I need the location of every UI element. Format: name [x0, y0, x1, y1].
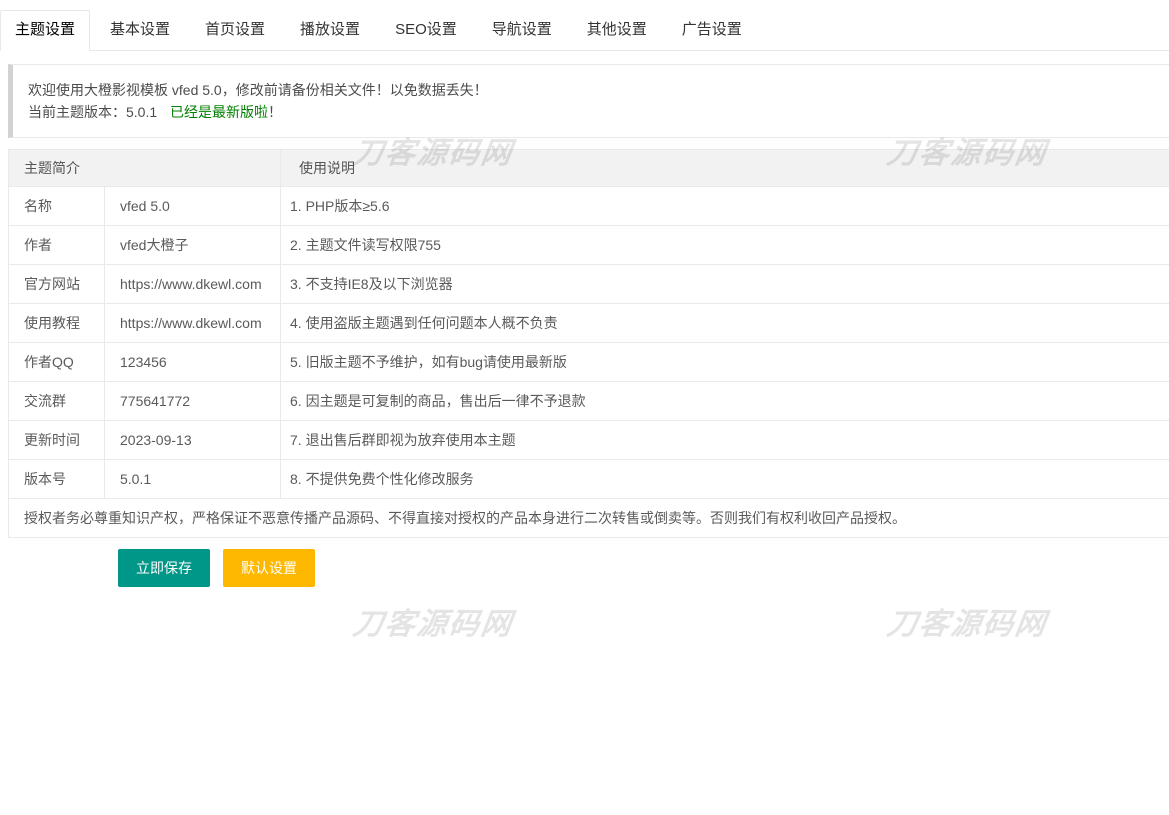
latest-version-badge: 已经是最新版啦 [170, 104, 268, 120]
table-row: 作者 vfed大橙子 2. 主题文件读写权限755 [9, 226, 1169, 265]
row-note: 7. 退出售后群即视为放弃使用本主题 [281, 421, 1169, 460]
notice-line-version: 当前主题版本：5.0.1 已经是最新版啦！ [28, 101, 1155, 123]
tab-list: 主题设置 基本设置 首页设置 播放设置 SEO设置 导航设置 其他设置 广告设置 [0, 10, 1169, 50]
welcome-notice: 欢迎使用大橙影视模板 vfed 5.0，修改前请备份相关文件！以免数据丢失！ 当… [8, 64, 1169, 138]
row-value: vfed 5.0 [105, 187, 281, 226]
license-text: 授权者务必尊重知识产权，严格保证不恶意传播产品源码、不得直接对授权的产品本身进行… [9, 499, 1169, 538]
table-row: 使用教程 https://www.dkewl.com 4. 使用盗版主题遇到任何… [9, 304, 1169, 343]
watermark-bottom-right: 刀客源码网 [885, 610, 1049, 640]
row-label: 更新时间 [9, 421, 105, 460]
theme-settings-page: { "tabs": { "items": [ { "label": "主题设置"… [0, 10, 1169, 815]
watermark-bottom-left: 刀客源码网 [351, 610, 515, 640]
tab-seo-settings[interactable]: SEO设置 [380, 10, 472, 50]
row-value: 123456 [105, 343, 281, 382]
row-label: 版本号 [9, 460, 105, 499]
header-usage-notes: 使用说明 [281, 150, 1169, 187]
row-label: 作者QQ [9, 343, 105, 382]
tab-nav-settings[interactable]: 导航设置 [477, 10, 567, 50]
row-value: 775641772 [105, 382, 281, 421]
row-label: 作者 [9, 226, 105, 265]
row-note: 1. PHP版本≥5.6 [281, 187, 1169, 226]
row-note: 2. 主题文件读写权限755 [281, 226, 1169, 265]
row-label: 交流群 [9, 382, 105, 421]
row-value: vfed大橙子 [105, 226, 281, 265]
table-row: 官方网站 https://www.dkewl.com 3. 不支持IE8及以下浏… [9, 265, 1169, 304]
action-button-row: 立即保存 默认设置 [118, 549, 1169, 587]
row-note: 4. 使用盗版主题遇到任何问题本人概不负责 [281, 304, 1169, 343]
tab-other-settings[interactable]: 其他设置 [572, 10, 662, 50]
row-label: 官方网站 [9, 265, 105, 304]
table-row: 更新时间 2023-09-13 7. 退出售后群即视为放弃使用本主题 [9, 421, 1169, 460]
version-exclamation: ！ [268, 104, 282, 120]
default-settings-button[interactable]: 默认设置 [223, 549, 315, 587]
license-row: 授权者务必尊重知识产权，严格保证不恶意传播产品源码、不得直接对授权的产品本身进行… [9, 499, 1169, 538]
notice-line-welcome: 欢迎使用大橙影视模板 vfed 5.0，修改前请备份相关文件！以免数据丢失！ [28, 79, 1155, 101]
row-note: 3. 不支持IE8及以下浏览器 [281, 265, 1169, 304]
tab-home-settings[interactable]: 首页设置 [190, 10, 280, 50]
row-note: 8. 不提供免费个性化修改服务 [281, 460, 1169, 499]
save-button[interactable]: 立即保存 [118, 549, 210, 587]
header-theme-intro: 主题简介 [9, 150, 281, 187]
row-note: 5. 旧版主题不予维护，如有bug请使用最新版 [281, 343, 1169, 382]
theme-info-table: 主题简介 使用说明 名称 vfed 5.0 1. PHP版本≥5.6 作者 vf… [8, 149, 1169, 538]
row-value: 2023-09-13 [105, 421, 281, 460]
row-label: 名称 [9, 187, 105, 226]
current-version-text: 当前主题版本：5.0.1 [28, 104, 157, 120]
row-label: 使用教程 [9, 304, 105, 343]
tab-ad-settings[interactable]: 广告设置 [667, 10, 757, 50]
table-row: 版本号 5.0.1 8. 不提供免费个性化修改服务 [9, 460, 1169, 499]
tab-play-settings[interactable]: 播放设置 [285, 10, 375, 50]
row-value: https://www.dkewl.com [105, 265, 281, 304]
table-row: 作者QQ 123456 5. 旧版主题不予维护，如有bug请使用最新版 [9, 343, 1169, 382]
tab-basic-settings[interactable]: 基本设置 [95, 10, 185, 50]
table-row: 交流群 775641772 6. 因主题是可复制的商品，售出后一律不予退款 [9, 382, 1169, 421]
row-note: 6. 因主题是可复制的商品，售出后一律不予退款 [281, 382, 1169, 421]
row-value: https://www.dkewl.com [105, 304, 281, 343]
settings-tab-bar: 主题设置 基本设置 首页设置 播放设置 SEO设置 导航设置 其他设置 广告设置 [0, 10, 1169, 51]
tab-theme-settings[interactable]: 主题设置 [0, 10, 90, 50]
table-row: 名称 vfed 5.0 1. PHP版本≥5.6 [9, 187, 1169, 226]
table-header-row: 主题简介 使用说明 [9, 150, 1169, 187]
row-value: 5.0.1 [105, 460, 281, 499]
